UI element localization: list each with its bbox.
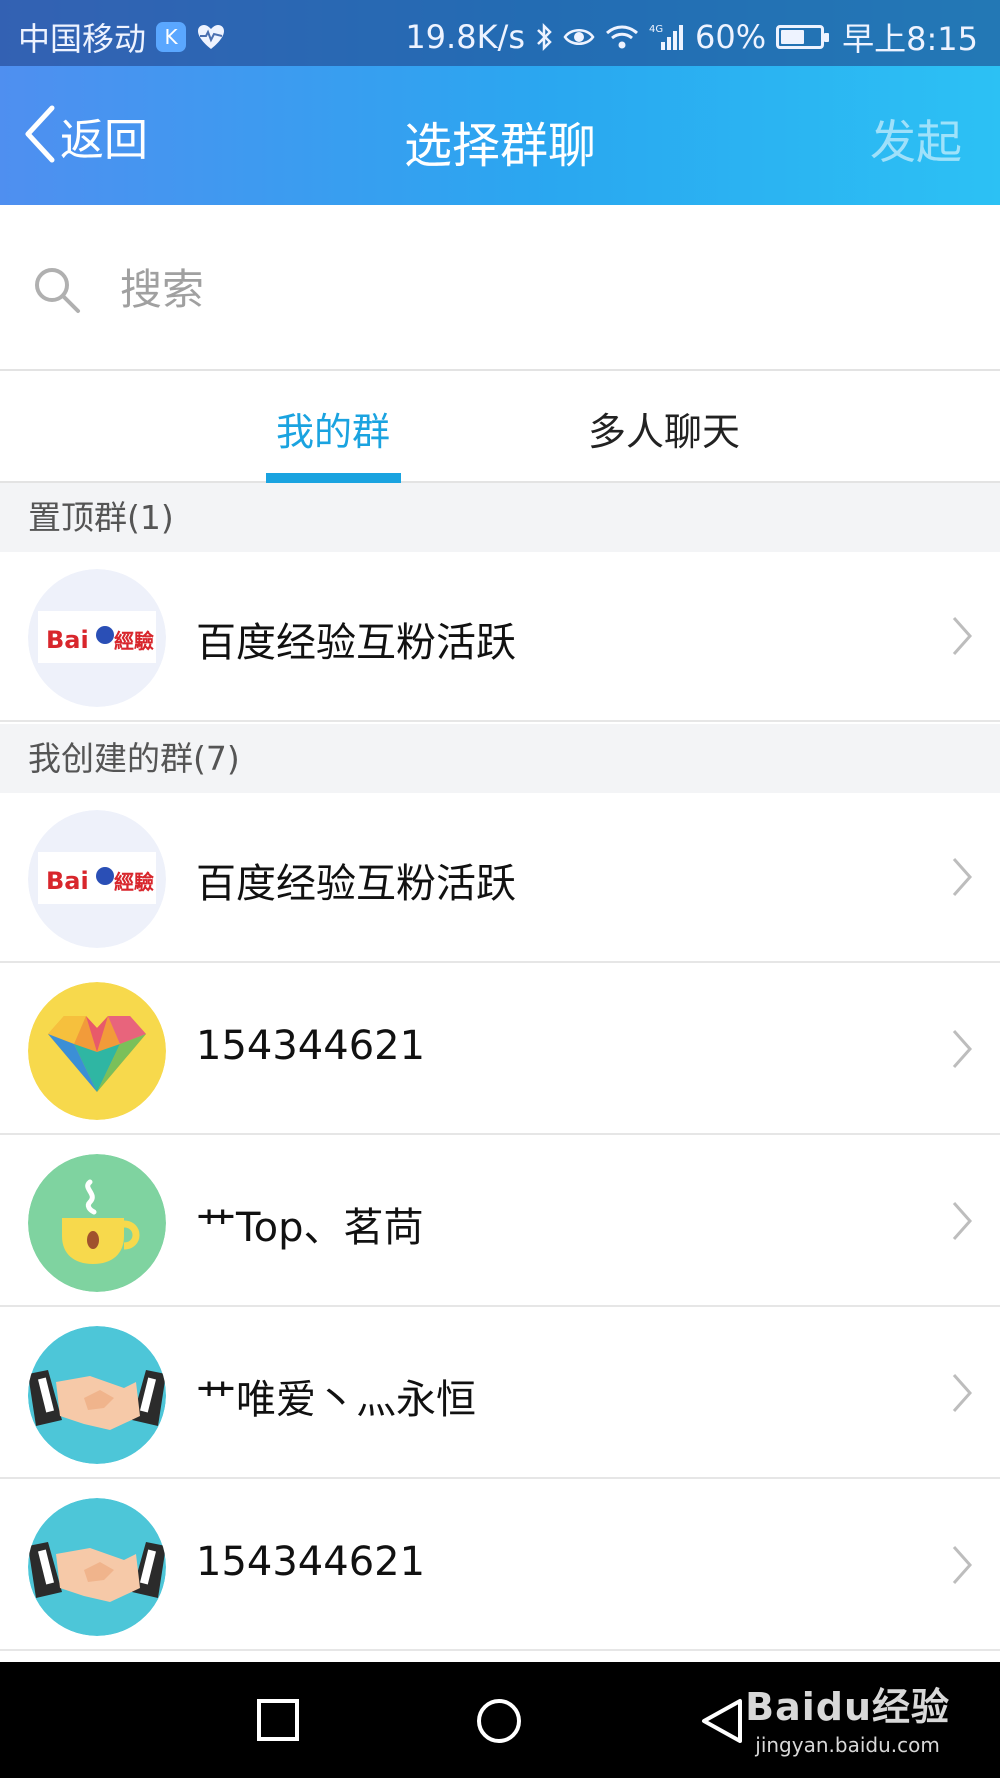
signal-icon: 4G [649,22,685,52]
bluetooth-icon [535,22,553,52]
list-item[interactable]: 艹唯爱丶灬永恒 [0,1309,1000,1479]
chevron-right-icon [950,614,974,662]
group-name: 艹唯爱丶灬永恒 [196,1377,476,1423]
svg-text:Bai: Bai [46,626,89,654]
list-item[interactable]: 154344621 [0,965,1000,1135]
carrier-label: 中国移动 [18,20,147,58]
group-name: 百度经验互粉活跃 [196,861,516,907]
eye-icon [563,26,595,48]
page-title: 选择群聊 [403,118,596,174]
square-recent-icon[interactable] [256,1698,300,1746]
tab-active-indicator [266,473,401,483]
watermark-url: jingyan.baidu.com [755,1733,940,1757]
system-navigation-bar: Baidu经验 jingyan.baidu.com [0,1662,1000,1778]
tab-bar: 我的群 多人聊天 [0,371,1000,483]
coffee-cup-icon [28,1154,166,1292]
search-bar [0,205,1000,371]
handshake-icon [28,1326,166,1464]
wifi-icon [605,24,639,50]
baidu-jingyan-logo: Bai 經驗 [28,569,166,707]
circle-home-icon[interactable] [476,1698,522,1748]
chevron-right-icon [950,1199,974,1247]
list-item[interactable]: 154344621 [0,1481,1000,1651]
svg-text:經驗: 經驗 [114,870,154,894]
tab-my-groups[interactable]: 我的群 [276,401,390,456]
chevron-right-icon [950,1027,974,1075]
battery-icon [776,25,830,49]
list-item[interactable]: 艹Top、茗苘 [0,1137,1000,1307]
svg-text:經驗: 經驗 [114,629,154,653]
search-input[interactable] [118,255,942,323]
group-name: 154344621 [196,1539,426,1585]
battery-percent: 60% [695,18,767,56]
baidu-jingyan-logo: Bai 經驗 [28,810,166,948]
group-name: 百度经验互粉活跃 [196,620,516,666]
group-name: 154344621 [196,1023,426,1069]
search-icon [32,265,82,319]
handshake-icon [28,1498,166,1636]
watermark-logo: Baidu经验 [745,1685,950,1729]
navigation-bar: 返回 选择群聊 发起 [0,66,1000,205]
heartbeat-icon [196,23,226,51]
tab-multi-chat[interactable]: 多人聊天 [588,401,740,456]
header: 中国移动 K 19.8K/s 4G 60% 早上8:15 返回 选择群聊 发起 [0,0,1000,205]
heart-icon [28,982,166,1120]
group-name: 艹Top、茗苘 [196,1205,424,1251]
chevron-right-icon [950,1371,974,1419]
section-header-created: 我创建的群(7) [0,724,1000,793]
section-header-pinned: 置顶群(1) [0,483,1000,552]
app-badge-icon: K [156,22,187,52]
baidu-watermark: Baidu经验 jingyan.baidu.com [745,1676,950,1757]
list-item[interactable]: Bai 經驗 百度经验互粉活跃 [0,793,1000,963]
list-item[interactable]: Bai 經驗 百度经验互粉活跃 [0,552,1000,722]
network-type: 4G [649,24,663,35]
chevron-right-icon [950,1543,974,1591]
net-speed: 19.8K/s [405,18,525,56]
status-bar: 中国移动 K 19.8K/s 4G 60% 早上8:15 [0,0,1000,66]
triangle-back-icon[interactable] [700,1698,744,1748]
clock: 早上8:15 [842,20,978,58]
chevron-right-icon [950,855,974,903]
svg-text:Bai: Bai [46,867,89,895]
start-button[interactable]: 发起 [870,106,962,172]
